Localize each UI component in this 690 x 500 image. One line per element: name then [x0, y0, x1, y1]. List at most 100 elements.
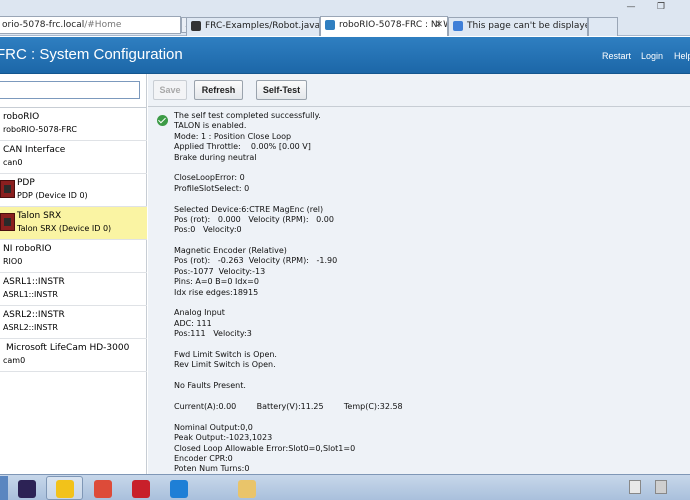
- result-line: Peak Output:-1023,1023: [174, 433, 273, 443]
- result-line: Pos:0 Velocity:0: [174, 225, 242, 235]
- close-icon[interactable]: ✕: [435, 17, 443, 34]
- address-bar[interactable]: orio-5078-frc.local/#Home: [0, 16, 181, 34]
- tree-item-ni-roborio[interactable]: NI roboRIO RIO0: [0, 240, 147, 273]
- result-line: TALON is enabled.: [174, 121, 247, 131]
- result-line: [174, 194, 674, 204]
- refresh-button[interactable]: Refresh: [194, 80, 243, 100]
- ni-icon: [325, 20, 335, 30]
- login-link[interactable]: Login: [641, 51, 663, 61]
- result-line: Closed Loop Allowable Error:Slot0=0,Slot…: [174, 443, 356, 453]
- result-line: Analog Input: [174, 308, 225, 318]
- result-line: No Faults Present.: [174, 381, 246, 391]
- save-button[interactable]: Save: [153, 80, 187, 100]
- tree-item-asrl1[interactable]: ASRL1::INSTR ASRL1::INSTR: [0, 273, 147, 306]
- result-line: ProfileSlotSelect: 0: [174, 183, 250, 193]
- result-line: Pos (rot): 0.000 Velocity (RPM): 0.00: [174, 214, 334, 224]
- tree-item-sub: PDP (Device ID 0): [17, 191, 88, 200]
- start-button[interactable]: [0, 476, 8, 500]
- result-line: [174, 298, 674, 308]
- minimize-icon[interactable]: —: [618, 0, 644, 15]
- taskbar-button[interactable]: [160, 476, 197, 500]
- result-line: Pins: A=0 B=0 Idx=0: [174, 277, 259, 287]
- eclipse-icon: [18, 480, 36, 498]
- taskbar-button[interactable]: [46, 476, 83, 500]
- result-line: Current(A):0.00 Battery(V):11.25 Temp(C)…: [174, 401, 403, 411]
- self-test-results: The self test completed successfully. TAL…: [174, 111, 674, 475]
- tab-error-page[interactable]: This page can't be displayed: [448, 17, 588, 36]
- tree-item-roborio[interactable]: roboRIO roboRIO-5078-FRC: [0, 108, 147, 141]
- taskbar-button[interactable]: [8, 476, 45, 500]
- result-line: Idx rise edges:18915: [174, 287, 259, 297]
- taskbar: [0, 474, 690, 500]
- tree-item-sub: RIO0: [3, 257, 23, 266]
- tab-label: FRC-Examples/Robot.java at m...: [205, 21, 320, 31]
- tree-item-can-interface[interactable]: CAN Interface can0: [0, 141, 147, 174]
- result-line: Nominal Output:0,0: [174, 422, 253, 432]
- help-link[interactable]: Help: [674, 51, 690, 61]
- result-line: [174, 163, 674, 173]
- labview-icon: [56, 480, 74, 498]
- tree-item-talon-srx[interactable]: Talon SRX Talon SRX (Device ID 0): [0, 207, 147, 240]
- result-line: Pos:-1077 Velocity:-13: [174, 266, 266, 276]
- paint-icon: [238, 480, 256, 498]
- tree-item-asrl2[interactable]: ASRL2::INSTR ASRL2::INSTR: [0, 306, 147, 339]
- device-tree-panel: roboRIO roboRIO-5078-FRC CAN Interface c…: [0, 74, 147, 474]
- tree-item-sub: can0: [3, 158, 23, 167]
- app-header: FRC : System Configuration Restart Login…: [0, 37, 690, 74]
- device-tree: roboRIO roboRIO-5078-FRC CAN Interface c…: [0, 108, 147, 372]
- tree-item-name: PDP: [17, 178, 35, 188]
- maximize-icon[interactable]: ❐: [648, 0, 674, 15]
- result-line: Pos (rot): -0.263 Velocity (RPM): -1.90: [174, 256, 338, 266]
- frc-icon: [132, 480, 150, 498]
- new-tab-button[interactable]: [588, 17, 618, 36]
- tree-item-name: Talon SRX: [17, 211, 62, 221]
- toolbar: Save Refresh Self-Test: [148, 74, 690, 107]
- tree-item-name: NI roboRIO: [3, 244, 52, 254]
- taskbar-button[interactable]: [122, 476, 159, 500]
- result-line: Encoder CPR:0: [174, 453, 233, 463]
- result-line: CloseLoopError: 0: [174, 173, 245, 183]
- result-line: ADC: 111: [174, 318, 212, 328]
- result-line: Applied Throttle: 0.00% [0.00 V]: [174, 142, 311, 152]
- result-line: Brake during neutral: [174, 152, 257, 162]
- tree-item-sub: cam0: [3, 356, 26, 365]
- talon-srx-device-icon: [0, 213, 15, 231]
- result-line: The self test completed successfully.: [174, 111, 321, 120]
- result-line: Magnetic Encoder (Relative): [174, 246, 287, 256]
- result-line: [174, 340, 674, 350]
- tree-item-name: CAN Interface: [3, 145, 66, 155]
- pdp-device-icon: [0, 180, 15, 198]
- github-icon: [191, 21, 201, 31]
- restart-link[interactable]: Restart: [602, 51, 631, 61]
- search-input[interactable]: [0, 81, 140, 99]
- address-host: orio-5078-frc.local: [2, 20, 85, 30]
- result-line: Rev Limit Switch is Open.: [174, 360, 276, 370]
- browser-chrome: orio-5078-frc.local/#Home ⌕ ▾ ↻ ✕ FRC-Ex…: [0, 0, 690, 36]
- tree-item-name: roboRIO: [3, 112, 40, 122]
- internet-explorer-icon: [170, 480, 188, 498]
- ie-page-icon: [453, 21, 463, 31]
- result-line: [174, 236, 674, 246]
- tab-label: This page can't be displayed: [467, 21, 588, 31]
- check-circle-icon: [157, 115, 168, 126]
- result-line: Selected Device:6:CTRE MagEnc (rel): [174, 204, 324, 214]
- result-line: Pos:111 Velocity:3: [174, 329, 252, 339]
- tree-item-sub: roboRIO-5078-FRC: [3, 125, 77, 134]
- result-line: Mode: 1 : Position Close Loop: [174, 131, 292, 141]
- tree-item-sub: Talon SRX (Device ID 0): [17, 224, 112, 233]
- tree-item-name: Microsoft LifeCam HD-3000: [6, 343, 130, 353]
- tree-item-pdp[interactable]: PDP PDP (Device ID 0): [0, 174, 147, 207]
- tree-item-name: ASRL1::INSTR: [3, 277, 65, 287]
- details-panel: Save Refresh Self-Test The self test com…: [148, 74, 690, 474]
- self-test-button[interactable]: Self-Test: [256, 80, 307, 100]
- taskbar-button[interactable]: [228, 476, 265, 500]
- action-center-icon[interactable]: [629, 480, 641, 494]
- tab-label: roboRIO-5078-FRC : NI Web...: [339, 20, 447, 30]
- result-line: Fwd Limit Switch is Open.: [174, 349, 277, 359]
- tab-github[interactable]: FRC-Examples/Robot.java at m...: [186, 17, 320, 36]
- taskbar-button[interactable]: [84, 476, 121, 500]
- network-icon[interactable]: [655, 480, 667, 494]
- tab-roborio[interactable]: roboRIO-5078-FRC : NI Web... ✕: [320, 16, 448, 36]
- address-path: /#Home: [84, 20, 122, 30]
- tree-item-lifecam[interactable]: Microsoft LifeCam HD-3000 cam0: [0, 339, 147, 372]
